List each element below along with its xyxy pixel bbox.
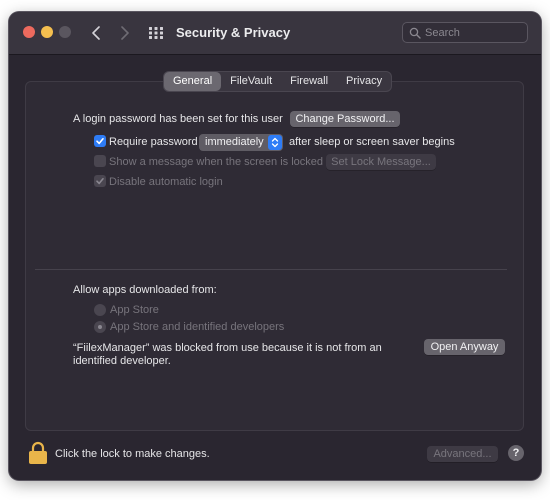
window-title: Security & Privacy: [176, 25, 291, 40]
checkmark-icon: [96, 137, 104, 145]
blocked-message-line1: “FiilexManager” was blocked from use bec…: [73, 342, 382, 354]
tab-general[interactable]: General: [164, 72, 222, 91]
tab-bar: General FileVault Firewall Privacy: [164, 72, 392, 91]
zoom-window-button[interactable]: [59, 26, 71, 38]
section-divider: [35, 269, 507, 270]
minimize-window-button[interactable]: [41, 26, 53, 38]
login-password-text: A login password has been set for this u…: [73, 113, 283, 125]
grid-icon: [149, 27, 163, 39]
show-all-button[interactable]: [148, 26, 164, 40]
help-button[interactable]: ?: [508, 445, 524, 461]
require-password-checkbox[interactable]: [94, 135, 106, 147]
radio-selected-dot: [98, 325, 102, 329]
tab-filevault[interactable]: FileVault: [221, 72, 281, 91]
tab-privacy[interactable]: Privacy: [337, 72, 391, 91]
security-privacy-window: Security & Privacy General FileVault Fir…: [9, 12, 541, 480]
forward-button[interactable]: [116, 23, 134, 43]
advanced-button[interactable]: Advanced...: [427, 446, 498, 462]
open-anyway-button[interactable]: Open Anyway: [424, 339, 505, 355]
checkmark-icon: [96, 177, 104, 185]
tab-firewall[interactable]: Firewall: [281, 72, 337, 91]
search-input[interactable]: [425, 24, 521, 41]
radio-app-store-identified-label: App Store and identified developers: [110, 321, 285, 333]
radio-app-store-label: App Store: [110, 304, 159, 316]
show-message-label: Show a message when the screen is locked: [109, 156, 324, 168]
lock-icon: [29, 441, 47, 464]
up-down-chevron-icon: [271, 137, 279, 148]
disable-auto-login-checkbox[interactable]: [94, 175, 106, 187]
select-stepper: [268, 135, 282, 150]
show-message-checkbox[interactable]: [94, 155, 106, 167]
radio-app-store-identified[interactable]: [94, 321, 106, 333]
title-bar: Security & Privacy: [9, 12, 541, 55]
lock-button[interactable]: [28, 441, 48, 465]
search-field[interactable]: [402, 22, 528, 43]
require-password-delay-select[interactable]: immediately: [199, 134, 283, 151]
allow-apps-heading: Allow apps downloaded from:: [73, 284, 217, 296]
lock-text: Click the lock to make changes.: [55, 448, 210, 460]
search-icon: [409, 27, 421, 39]
require-password-label: Require password: [109, 136, 198, 148]
close-window-button[interactable]: [23, 26, 35, 38]
back-button[interactable]: [87, 23, 105, 43]
require-password-delay-value: immediately: [205, 136, 264, 148]
chevron-right-icon: [121, 26, 129, 40]
radio-app-store[interactable]: [94, 304, 106, 316]
change-password-button[interactable]: Change Password...: [290, 111, 400, 127]
disable-auto-login-label: Disable automatic login: [109, 176, 223, 188]
set-lock-message-button[interactable]: Set Lock Message...: [326, 154, 436, 170]
chevron-left-icon: [92, 26, 100, 40]
after-sleep-text: after sleep or screen saver begins: [289, 136, 455, 148]
blocked-message-line2: identified developer.: [73, 355, 171, 367]
